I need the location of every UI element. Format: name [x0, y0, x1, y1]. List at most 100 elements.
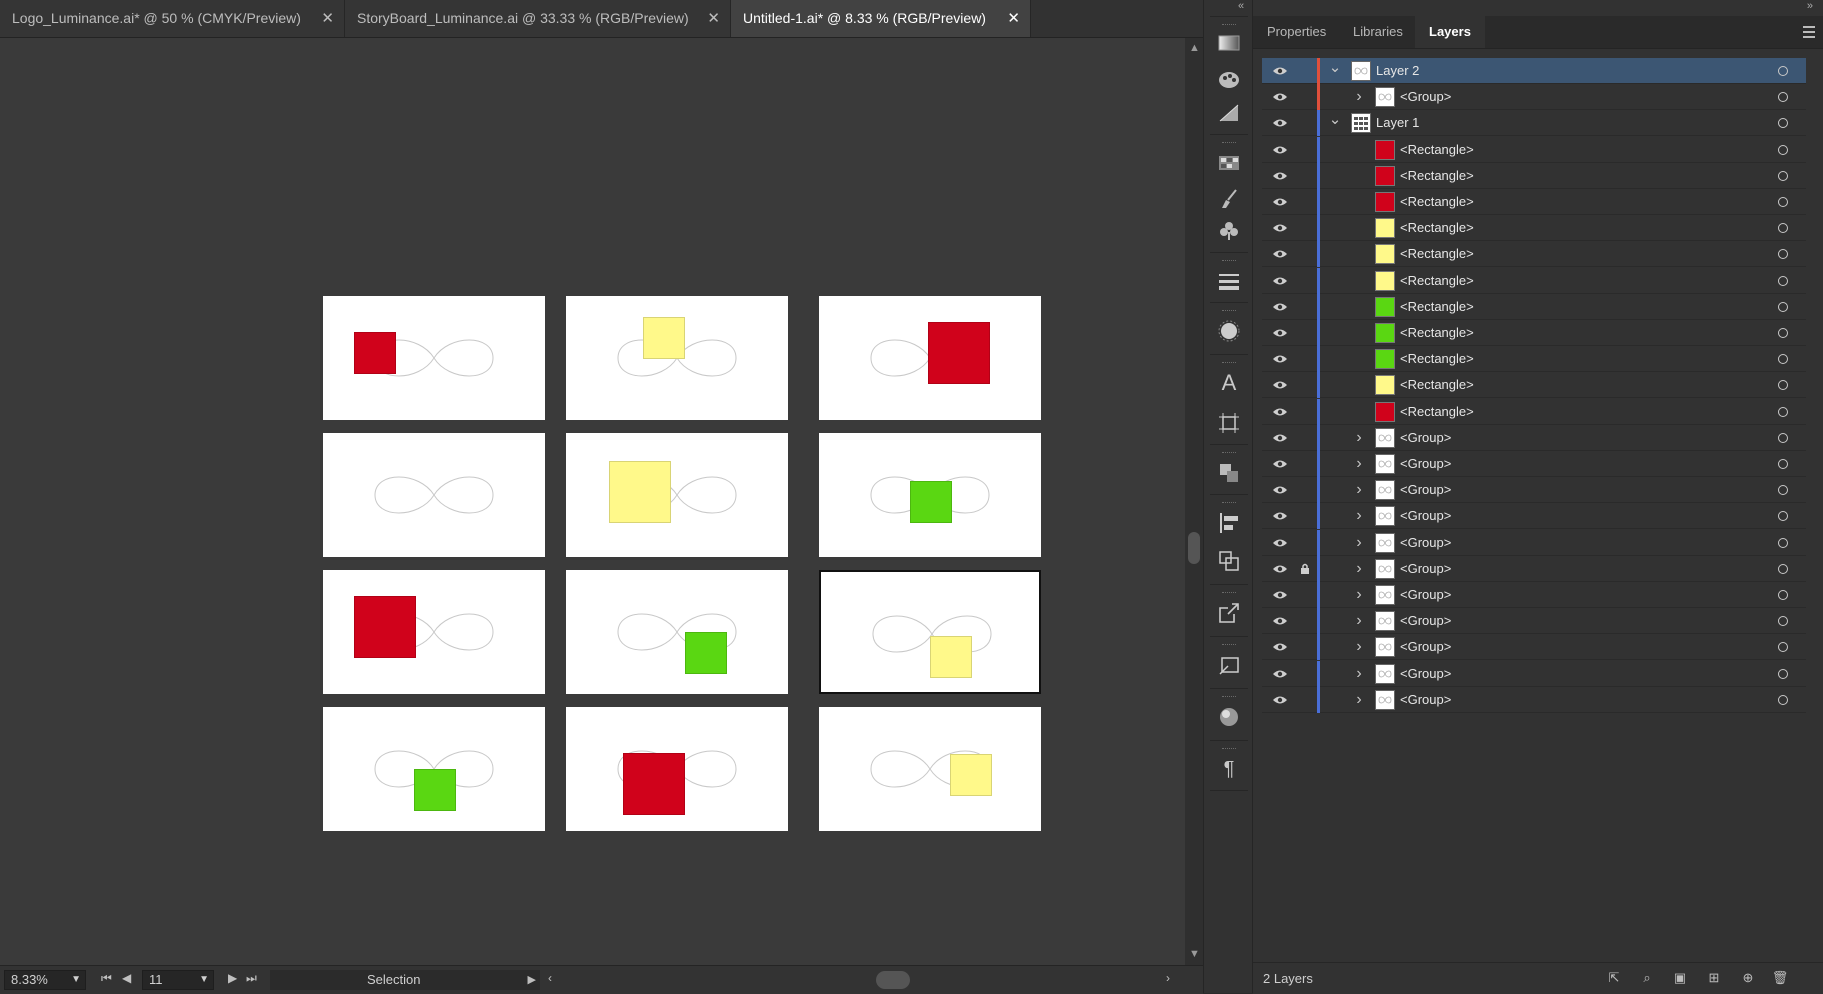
chevron-right-icon[interactable]: › — [1352, 582, 1366, 608]
tab-libraries[interactable]: Libraries — [1339, 16, 1417, 48]
chevron-right-icon[interactable]: › — [1352, 477, 1366, 503]
lock-toggle[interactable] — [1298, 687, 1312, 713]
lock-toggle[interactable] — [1298, 294, 1312, 320]
swatches-icon[interactable] — [1216, 150, 1242, 176]
chevron-right-icon[interactable]: › — [1352, 530, 1366, 556]
target-circle-icon[interactable] — [1778, 66, 1788, 76]
layer-name[interactable]: <Rectangle> — [1400, 215, 1474, 241]
artboard-number-field[interactable]: 11 ▼ — [142, 970, 214, 990]
lock-toggle[interactable] — [1298, 372, 1312, 398]
target-circle-icon[interactable] — [1778, 144, 1788, 155]
rectangle-yellow[interactable] — [930, 636, 972, 678]
sublayer-row[interactable]: › <Group> — [1262, 686, 1806, 713]
target-circle-icon[interactable] — [1778, 485, 1788, 496]
sublayer-row[interactable]: › <Group> — [1262, 503, 1806, 530]
target-circle-icon[interactable] — [1778, 511, 1788, 522]
close-icon[interactable]: ✕ — [707, 0, 720, 37]
vertical-scrollbar[interactable]: ▲ ▼ — [1185, 38, 1203, 965]
chevron-right-icon[interactable]: › — [1352, 451, 1366, 477]
gradient-icon[interactable] — [1216, 30, 1242, 56]
rectangle-red[interactable] — [623, 753, 685, 815]
chevron-down-icon[interactable]: ▼ — [199, 971, 209, 989]
locate-object-icon[interactable]: ⌕ — [1638, 969, 1656, 987]
target-circle-icon[interactable] — [1778, 642, 1788, 653]
play-icon[interactable]: ▶ — [528, 973, 536, 986]
visibility-eye-icon[interactable] — [1270, 189, 1290, 215]
target-circle-icon[interactable] — [1778, 406, 1788, 417]
chevron-right-icon[interactable]: › — [1352, 634, 1366, 660]
layer-name[interactable]: <Rectangle> — [1400, 189, 1474, 215]
close-icon[interactable]: ✕ — [1007, 0, 1020, 37]
scroll-left-icon[interactable]: ‹ — [548, 971, 552, 985]
layer-name[interactable]: <Group> — [1400, 503, 1451, 529]
rectangle-red[interactable] — [354, 332, 396, 374]
layer-name[interactable]: <Rectangle> — [1400, 320, 1474, 346]
lock-toggle[interactable] — [1298, 215, 1312, 241]
layer-name[interactable]: <Group> — [1400, 634, 1451, 660]
artboard[interactable] — [566, 707, 788, 831]
visibility-eye-icon[interactable] — [1270, 425, 1290, 451]
rectangle-red[interactable] — [928, 322, 990, 384]
sublayer-row[interactable]: › <Group> — [1262, 451, 1806, 477]
artboard[interactable] — [566, 433, 788, 557]
sublayer-row[interactable]: <Rectangle> — [1262, 320, 1806, 346]
sublayer-row[interactable]: › <Group> — [1262, 529, 1806, 556]
visibility-eye-icon[interactable] — [1270, 137, 1290, 163]
tab-layers[interactable]: Layers — [1415, 16, 1485, 48]
symbols-icon[interactable] — [1216, 218, 1242, 244]
layer-row[interactable]: ⌄ Layer 1 — [1262, 110, 1806, 137]
target-circle-icon[interactable] — [1778, 328, 1788, 338]
delete-layer-icon[interactable]: 🗑 — [1771, 969, 1789, 987]
target-circle-icon[interactable] — [1778, 223, 1788, 234]
layer-name[interactable]: <Group> — [1400, 556, 1451, 582]
target-circle-icon[interactable] — [1778, 249, 1788, 260]
artboard[interactable] — [566, 570, 788, 694]
scrollbar-thumb[interactable] — [1188, 532, 1200, 564]
new-layer-icon[interactable]: ⊕ — [1739, 969, 1757, 987]
align-icon[interactable] — [1216, 510, 1242, 536]
visibility-eye-icon[interactable] — [1270, 320, 1290, 346]
artboard[interactable] — [819, 433, 1041, 557]
horizontal-scrollbar-thumb[interactable] — [876, 971, 910, 989]
layer-name[interactable]: <Group> — [1400, 84, 1451, 110]
target-circle-icon[interactable] — [1778, 537, 1788, 548]
artboard[interactable] — [323, 296, 545, 420]
paragraph-icon[interactable]: ¶ — [1216, 756, 1242, 782]
transform-icon[interactable] — [1216, 548, 1242, 574]
lock-toggle[interactable] — [1298, 634, 1312, 660]
hamburger-menu-icon[interactable] — [1803, 26, 1815, 38]
make-clipping-mask-icon[interactable]: ▣ — [1671, 969, 1689, 987]
lock-toggle[interactable] — [1298, 399, 1312, 425]
sublayer-row[interactable]: › <Group> — [1262, 477, 1806, 504]
brushes-icon[interactable] — [1216, 186, 1242, 212]
target-circle-icon[interactable] — [1778, 616, 1788, 627]
lock-toggle[interactable] — [1298, 477, 1312, 503]
layer-name[interactable]: <Group> — [1400, 477, 1451, 503]
visibility-eye-icon[interactable] — [1270, 687, 1290, 713]
target-circle-icon[interactable] — [1778, 118, 1788, 129]
lock-icon[interactable] — [1298, 556, 1312, 582]
chevron-right-icon[interactable]: › — [1352, 503, 1366, 529]
sublayer-row[interactable]: <Rectangle> — [1262, 241, 1806, 268]
lock-toggle[interactable] — [1298, 503, 1312, 529]
sublayer-row[interactable]: › <Group> — [1262, 582, 1806, 608]
close-icon[interactable]: ✕ — [321, 0, 334, 37]
rectangle-green[interactable] — [685, 632, 727, 674]
artboard[interactable] — [566, 296, 788, 420]
visibility-eye-icon[interactable] — [1270, 110, 1290, 136]
lock-toggle[interactable] — [1298, 608, 1312, 634]
sublayer-row[interactable]: <Rectangle> — [1262, 215, 1806, 242]
graphic-styles-icon[interactable] — [1216, 704, 1242, 730]
layer-name[interactable]: <Group> — [1400, 687, 1451, 713]
scroll-down-icon[interactable]: ▼ — [1189, 948, 1200, 960]
new-sublayer-icon[interactable]: ⊞ — [1705, 969, 1723, 987]
lock-toggle[interactable] — [1298, 530, 1312, 556]
target-circle-icon[interactable] — [1778, 380, 1788, 391]
sublayer-row[interactable]: › <Group> — [1262, 608, 1806, 635]
target-circle-icon[interactable] — [1778, 301, 1788, 312]
tab-properties[interactable]: Properties — [1253, 16, 1340, 48]
visibility-eye-icon[interactable] — [1270, 399, 1290, 425]
layer-name[interactable]: <Group> — [1400, 425, 1451, 451]
chevron-down-icon[interactable]: ▼ — [71, 971, 81, 989]
layer-name[interactable]: <Rectangle> — [1400, 346, 1474, 372]
